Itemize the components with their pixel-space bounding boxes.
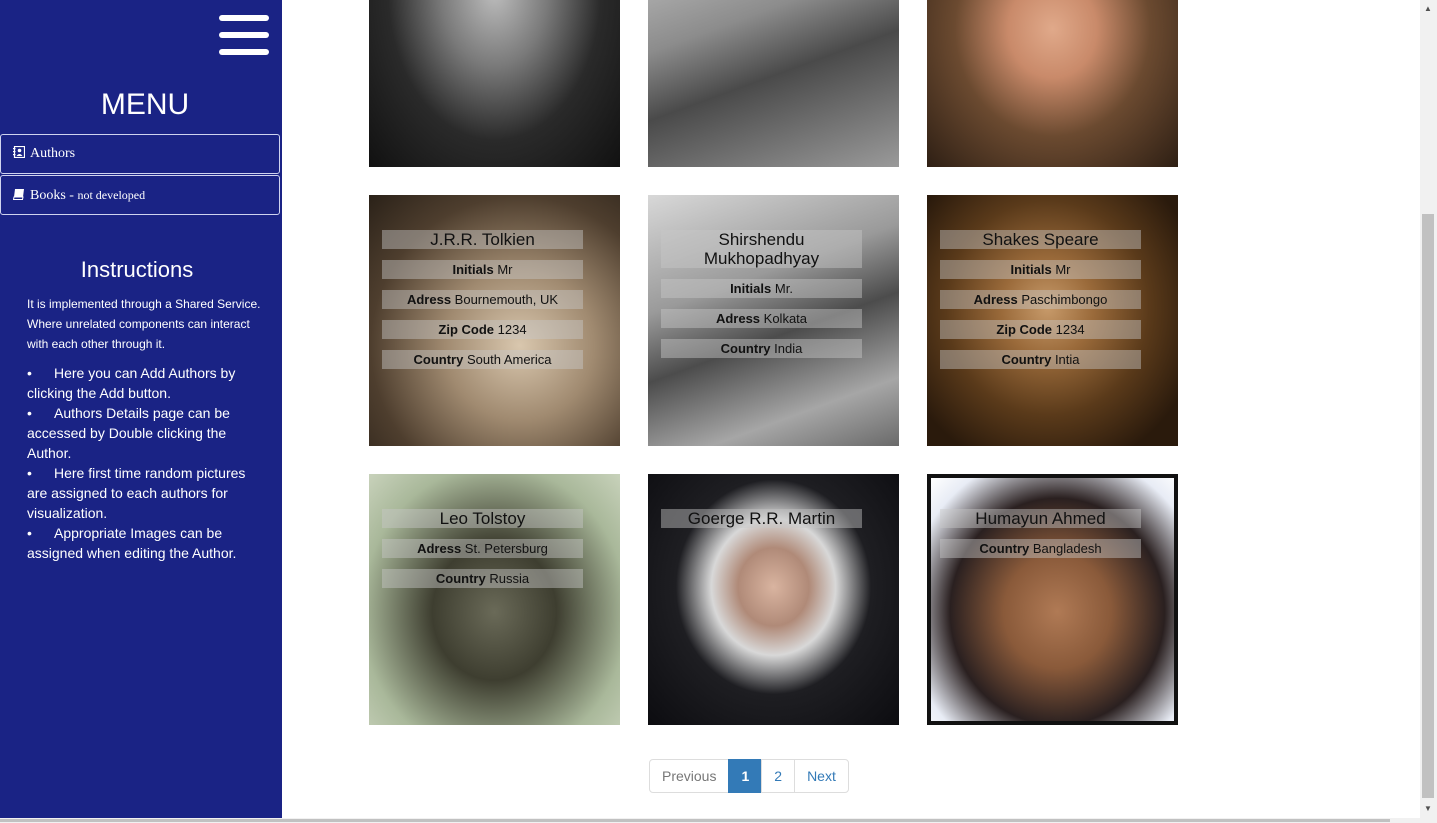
previous-page-button[interactable]: Previous — [649, 759, 730, 793]
instructions-list: Here you can Add Authors by clicking the… — [27, 363, 262, 563]
author-country: Country Russia — [382, 569, 583, 588]
author-country: Country Intia — [940, 350, 1141, 369]
address-book-icon — [13, 146, 25, 158]
author-adress: Adress Paschimbongo — [940, 290, 1141, 309]
sidebar-item-label: Books - — [30, 188, 78, 203]
page-1-button[interactable]: 1 — [728, 759, 763, 793]
author-name: Leo Tolstoy — [382, 509, 583, 528]
scroll-down-arrow-icon[interactable]: ▼ — [1424, 804, 1432, 813]
author-adress: Adress Kolkata — [661, 309, 862, 328]
author-name: Goerge R.R. Martin — [661, 509, 862, 528]
author-adress: Adress Bournemouth, UK — [382, 290, 583, 309]
author-photo — [927, 0, 1178, 167]
author-photo — [369, 0, 620, 167]
sidebar-item-authors[interactable]: Authors — [0, 134, 280, 174]
author-card[interactable]: J.R.R. Tolkien Initials Mr Adress Bourne… — [369, 195, 620, 446]
author-card[interactable] — [927, 0, 1178, 167]
author-initials: Initials Mr — [940, 260, 1141, 279]
author-info: Humayun Ahmed Country Bangladesh — [940, 509, 1141, 569]
list-item: Appropriate Images can be assigned when … — [27, 523, 262, 563]
book-icon — [13, 189, 24, 200]
author-card[interactable]: Humayun Ahmed Country Bangladesh — [927, 474, 1178, 725]
author-card[interactable]: Shirshendu Mukhopadhyay Initials Mr. Adr… — [648, 195, 899, 446]
next-page-button[interactable]: Next — [794, 759, 849, 793]
instructions-title: Instructions — [80, 257, 194, 282]
instructions-intro: It is implemented through a Shared Servi… — [27, 297, 261, 351]
vertical-scrollbar[interactable]: ▲ ▼ — [1420, 0, 1437, 818]
sidebar: MENU Authors Books - not developed Instr… — [0, 0, 282, 818]
author-name: Humayun Ahmed — [940, 509, 1141, 528]
horizontal-scrollbar[interactable] — [0, 818, 1437, 823]
author-card[interactable] — [648, 0, 899, 167]
author-info: Shakes Speare Initials Mr Adress Paschim… — [940, 230, 1141, 380]
author-info: Goerge R.R. Martin — [661, 509, 862, 539]
scrollbar-thumb[interactable] — [0, 819, 1390, 822]
author-zip: Zip Code 1234 — [382, 320, 583, 339]
sidebar-item-note: not developed — [77, 188, 146, 202]
author-initials: Initials Mr — [382, 260, 583, 279]
author-adress: Adress St. Petersburg — [382, 539, 583, 558]
list-item: Here first time random pictures are assi… — [27, 463, 262, 523]
author-initials: Initials Mr. — [661, 279, 862, 298]
author-country: Country South America — [382, 350, 583, 369]
pagination: Previous 1 2 Next — [649, 759, 849, 793]
author-name: Shirshendu Mukhopadhyay — [661, 230, 862, 268]
author-name: Shakes Speare — [940, 230, 1141, 249]
author-info: J.R.R. Tolkien Initials Mr Adress Bourne… — [382, 230, 583, 380]
author-info: Leo Tolstoy Adress St. Petersburg Countr… — [382, 509, 583, 599]
author-card[interactable]: Leo Tolstoy Adress St. Petersburg Countr… — [369, 474, 620, 725]
author-country: Country Bangladesh — [940, 539, 1141, 558]
scrollbar-thumb[interactable] — [1422, 214, 1434, 798]
menu-title: MENU — [100, 88, 190, 121]
author-info: Shirshendu Mukhopadhyay Initials Mr. Adr… — [661, 230, 862, 369]
author-card[interactable]: Shakes Speare Initials Mr Adress Paschim… — [927, 195, 1178, 446]
author-name: J.R.R. Tolkien — [382, 230, 583, 249]
list-item: Authors Details page can be accessed by … — [27, 403, 262, 463]
sidebar-item-label: Authors — [30, 146, 76, 161]
hamburger-menu-icon[interactable] — [219, 15, 269, 57]
author-card[interactable]: Goerge R.R. Martin — [648, 474, 899, 725]
list-item: Here you can Add Authors by clicking the… — [27, 363, 262, 403]
page-2-button[interactable]: 2 — [761, 759, 796, 793]
scroll-up-arrow-icon[interactable]: ▲ — [1424, 4, 1432, 13]
author-photo — [648, 0, 899, 167]
author-country: Country India — [661, 339, 862, 358]
author-card[interactable] — [369, 0, 620, 167]
author-zip: Zip Code 1234 — [940, 320, 1141, 339]
sidebar-item-books[interactable]: Books - not developed — [0, 175, 280, 215]
